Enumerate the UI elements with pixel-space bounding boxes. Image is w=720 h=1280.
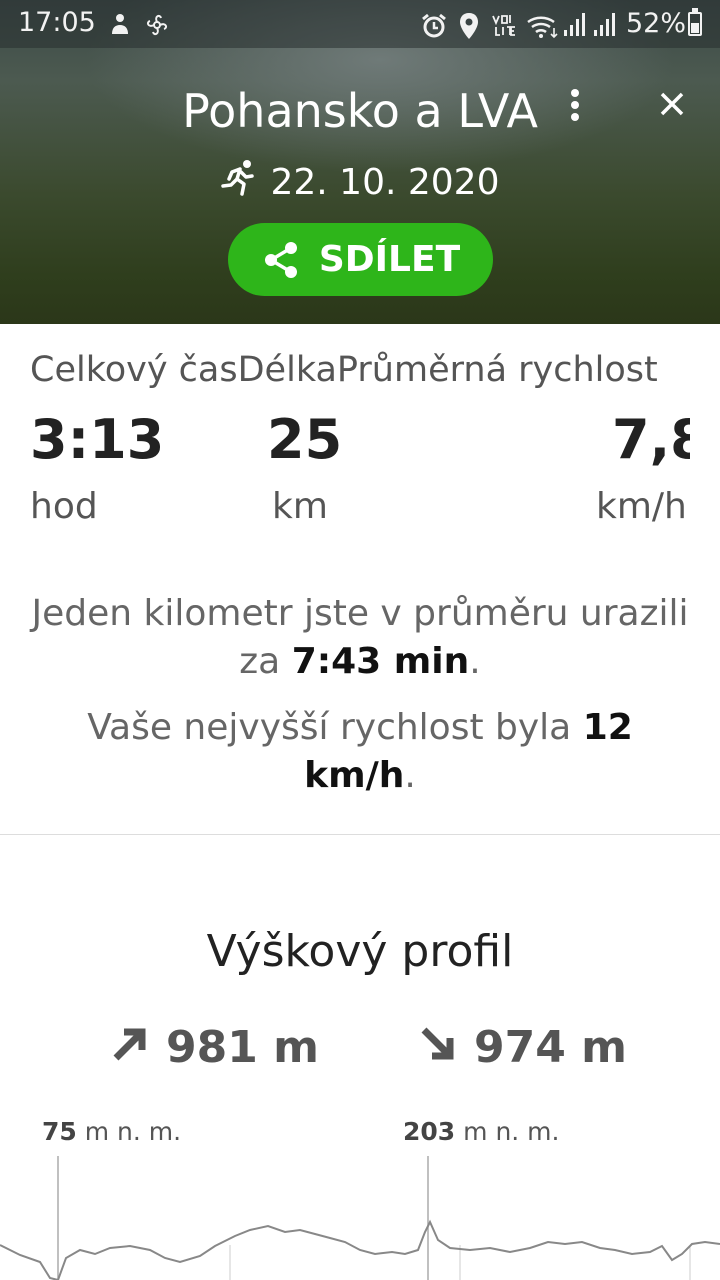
elevation-profile-line <box>0 1219 720 1280</box>
activity-header: 17:05 52% Pohansko a LVA 22. 10. 2020 SD… <box>0 0 720 324</box>
min-elevation-marker: 75 m n. m. <box>42 1117 181 1146</box>
max-elevation-marker: 203 m n. m. <box>403 1117 559 1146</box>
max-speed-text: Vaše nejvyšší rychlost byla <box>87 707 583 748</box>
elevation-chart <box>0 1156 720 1280</box>
wifi-icon <box>527 16 558 39</box>
max-elevation-value: 203 <box>403 1117 456 1146</box>
activity-date: 22. 10. 2020 <box>270 162 500 203</box>
pace-suffix: . <box>469 641 481 682</box>
activity-date-row: 22. 10. 2020 <box>0 158 720 203</box>
location-icon <box>460 13 478 39</box>
more-options-button[interactable] <box>560 86 590 126</box>
pace-value: 7:43 min <box>291 641 470 682</box>
signal-icon <box>564 13 585 36</box>
share-button[interactable]: SDÍLET <box>228 223 493 296</box>
descent-value: 974 m <box>474 1022 628 1073</box>
stats-labels: Celkový časDélkaPrůměrná rychlost <box>30 350 658 390</box>
ascent-stat: 981 m <box>112 1022 319 1073</box>
max-speed-summary: Vaše nejvyšší rychlost byla 12 km/h. <box>30 704 690 800</box>
max-elevation-unit: m n. m. <box>463 1117 560 1146</box>
status-bar: 17:05 52% <box>0 0 720 48</box>
total-time-value: 3:13 <box>30 408 165 471</box>
elevation-profile-title: Výškový profil <box>206 926 514 977</box>
average-speed-unit: km/h <box>596 486 687 527</box>
battery-percentage: 52% <box>626 8 687 39</box>
share-button-label: SDÍLET <box>318 239 461 280</box>
total-time-unit: hod <box>30 486 98 527</box>
section-divider <box>0 834 720 835</box>
arrow-up-right-icon <box>113 1028 146 1061</box>
volte-icon <box>492 15 515 36</box>
ascent-value: 981 m <box>166 1022 320 1073</box>
status-time: 17:05 <box>18 7 96 38</box>
battery-fill <box>691 22 699 33</box>
distance-value: 25 <box>267 408 343 471</box>
running-icon <box>221 160 255 196</box>
min-elevation-unit: m n. m. <box>84 1117 182 1146</box>
close-icon <box>660 92 684 116</box>
share-icon <box>264 241 297 278</box>
signal-icon <box>594 13 615 36</box>
arrow-down-right-icon <box>421 1027 454 1060</box>
close-button[interactable] <box>652 86 692 126</box>
battery-icon <box>688 8 702 36</box>
pace-summary: Jeden kilometr jste v průměru urazili za… <box>30 590 690 686</box>
average-speed-value: 7,8 <box>612 408 690 471</box>
distance-unit: km <box>272 486 328 527</box>
person-notification-icon <box>112 14 128 34</box>
fan-notification-icon <box>146 14 168 36</box>
activity-title: Pohansko a LVA <box>182 84 538 138</box>
descent-stat: 974 m <box>420 1022 627 1073</box>
min-elevation-value: 75 <box>42 1117 77 1146</box>
max-speed-suffix: . <box>404 755 416 796</box>
alarm-icon <box>422 13 446 38</box>
